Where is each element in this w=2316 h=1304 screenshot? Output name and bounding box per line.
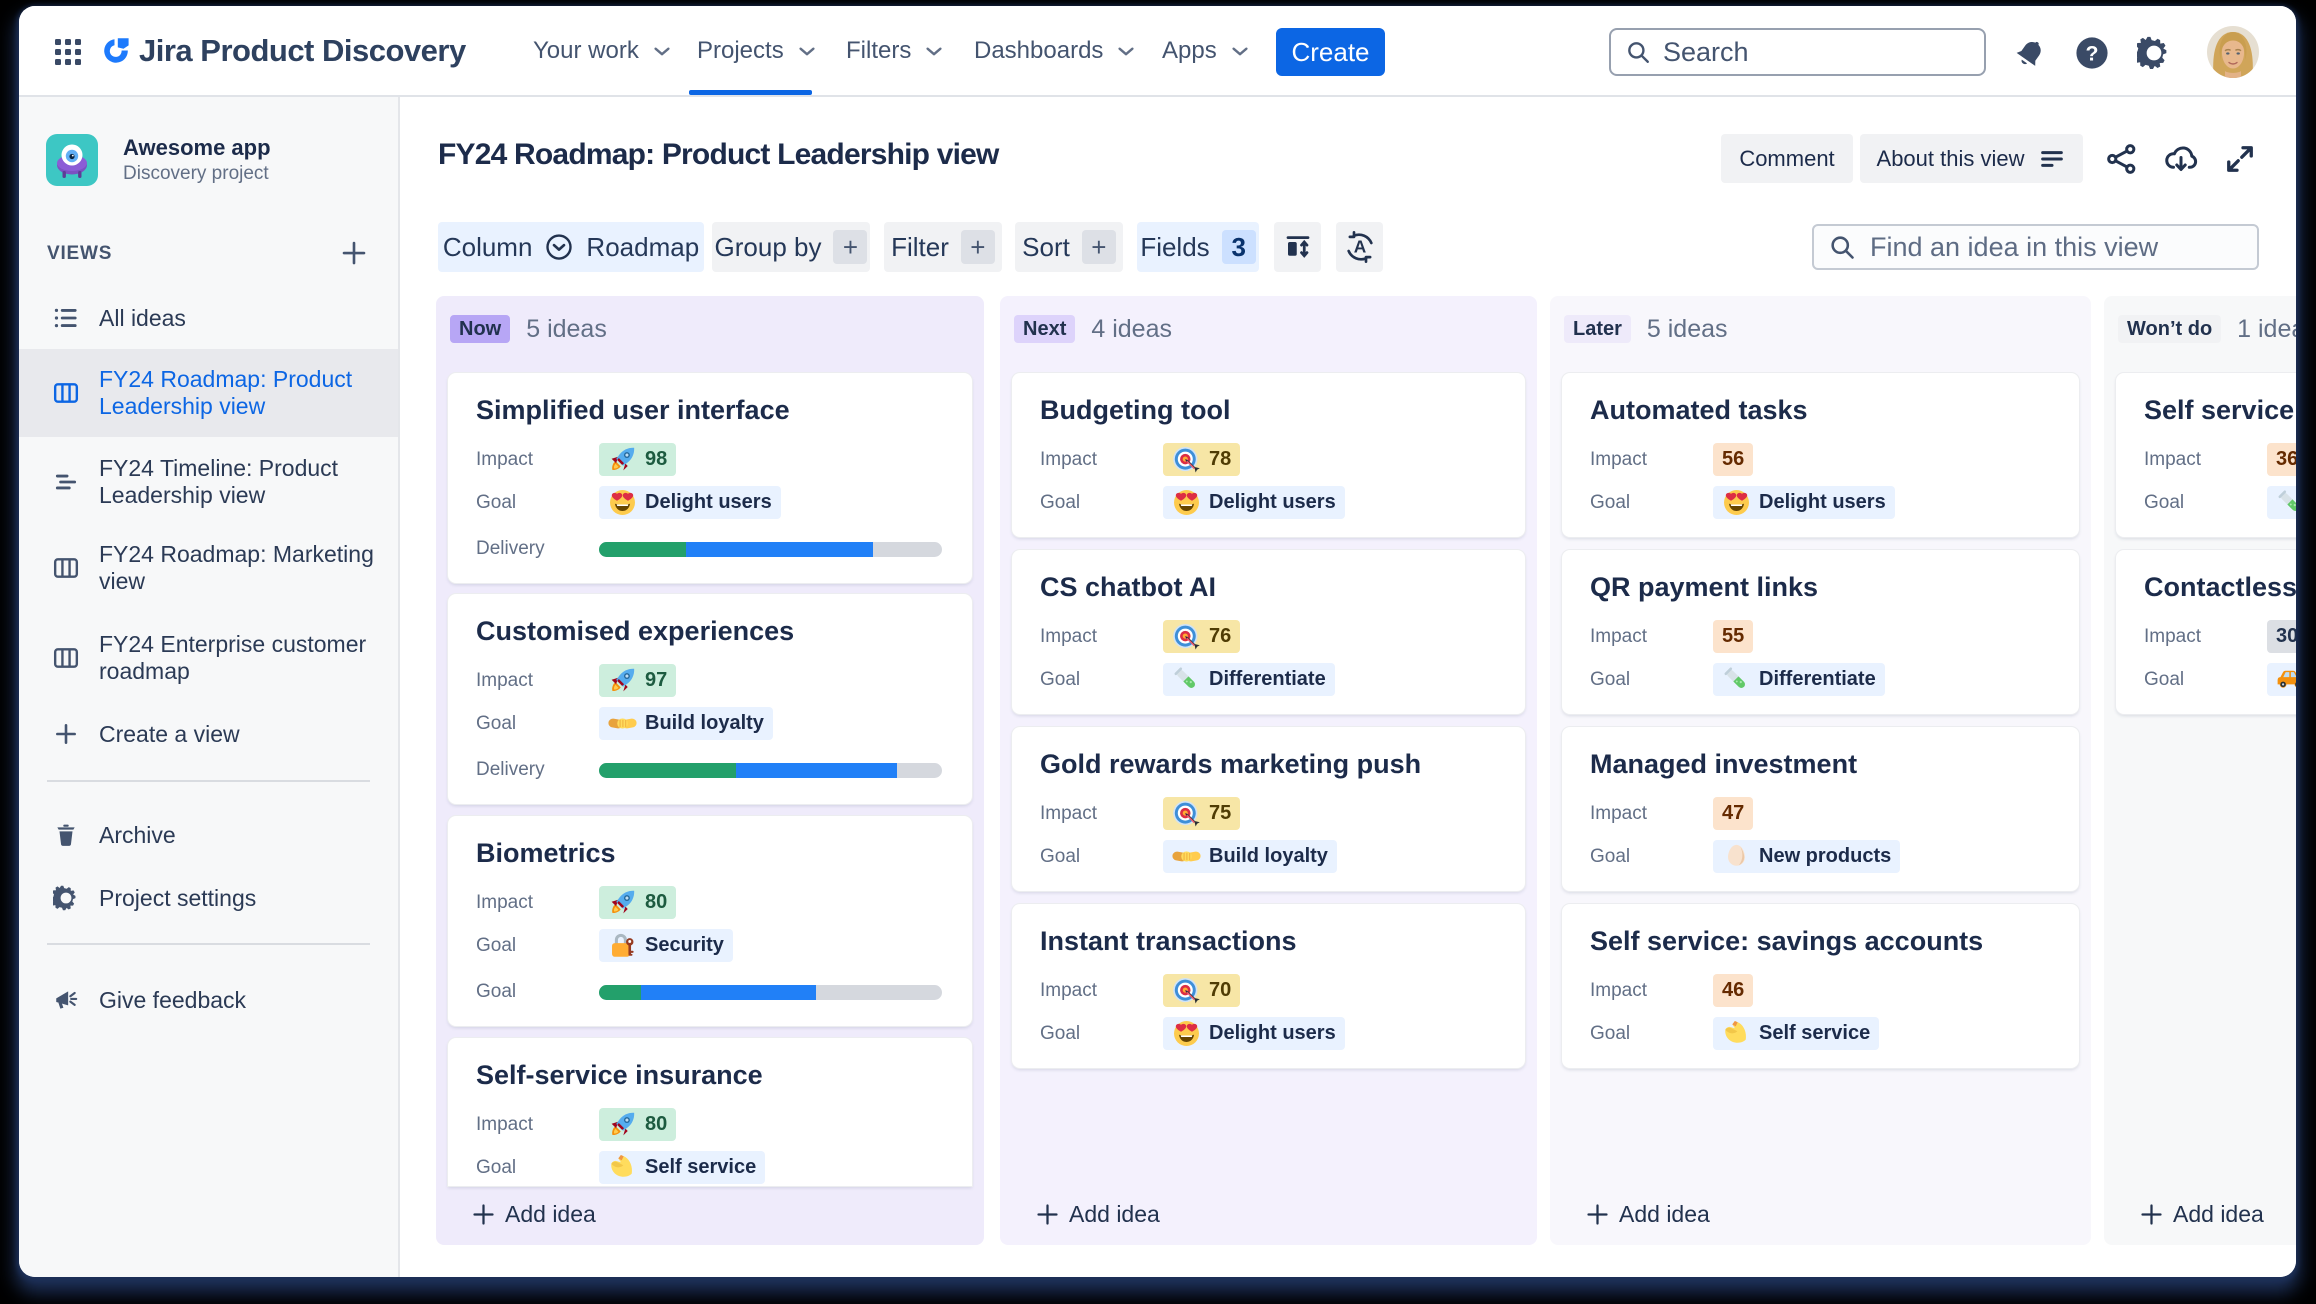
svg-text:?: ?: [2086, 42, 2099, 66]
svg-text:A: A: [1353, 237, 1366, 257]
